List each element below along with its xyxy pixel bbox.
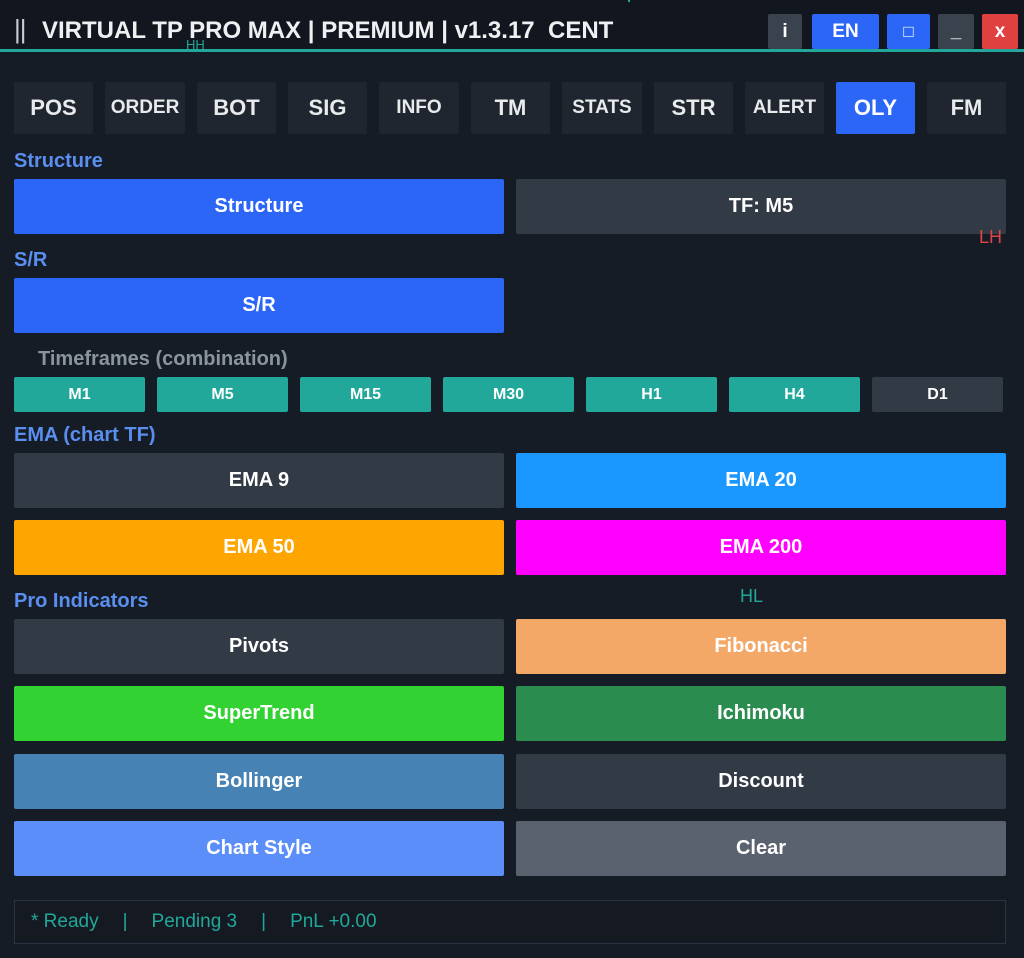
bollinger-button[interactable]: Bollinger [14, 754, 504, 809]
tab-pos[interactable]: POS [14, 82, 93, 134]
tab-alert[interactable]: ALERT [745, 82, 824, 134]
ichimoku-button[interactable]: Ichimoku [516, 686, 1006, 741]
supertrend-button[interactable]: SuperTrend [14, 686, 504, 741]
tab-sig[interactable]: SIG [288, 82, 367, 134]
sr-heading: S/R [14, 249, 48, 271]
pivots-button[interactable]: Pivots [14, 619, 504, 674]
minimize-button[interactable]: _ [938, 14, 974, 49]
restore-button[interactable]: □ [887, 14, 930, 49]
tab-info[interactable]: INFO [379, 82, 459, 134]
chart-style-button[interactable]: Chart Style [14, 821, 504, 876]
tf-m5-button[interactable]: M5 [157, 377, 288, 412]
tab-str[interactable]: STR [654, 82, 733, 134]
clear-button[interactable]: Clear [516, 821, 1006, 876]
marker-hl: HL [740, 586, 764, 606]
tab-stats[interactable]: STATS [562, 82, 642, 134]
tf-m1-button[interactable]: M1 [14, 377, 145, 412]
close-button[interactable]: x [982, 14, 1018, 49]
marker-lh: LH [979, 227, 1003, 247]
drag-grip[interactable]: || [14, 14, 26, 45]
tab-fm[interactable]: FM [927, 82, 1006, 134]
structure-toggle-button[interactable]: Structure [14, 179, 504, 234]
ema-200-button[interactable]: EMA 200 [516, 520, 1006, 575]
tab-bot[interactable]: BOT [197, 82, 276, 134]
tf-m30-button[interactable]: M30 [443, 377, 574, 412]
tab-tm[interactable]: TM [471, 82, 550, 134]
status-separator: | [122, 911, 128, 932]
structure-timeframe-button[interactable]: TF: M5 [516, 179, 1006, 234]
sr-toggle-button[interactable]: S/R [14, 278, 504, 333]
discount-button[interactable]: Discount [516, 754, 1006, 809]
info-button[interactable]: i [768, 14, 802, 49]
status-separator: | [261, 911, 267, 932]
ema-heading: EMA (chart TF) [14, 424, 156, 446]
timeframes-heading: Timeframes (combination) [38, 348, 288, 370]
status-bar: * Ready | Pending 3 | PnL +0.00 [14, 900, 1006, 944]
tab-order[interactable]: ORDER [105, 82, 185, 134]
structure-heading: Structure [14, 150, 103, 172]
status-ready: * Ready [31, 911, 99, 932]
tf-h4-button[interactable]: H4 [729, 377, 860, 412]
tf-h1-button[interactable]: H1 [586, 377, 717, 412]
ema-50-button[interactable]: EMA 50 [14, 520, 504, 575]
window-title: VIRTUAL TP PRO MAX | PREMIUM | v1.3.17 C… [42, 17, 614, 44]
tf-m15-button[interactable]: M15 [300, 377, 431, 412]
top-edge-mark [628, 0, 630, 2]
ema-9-button[interactable]: EMA 9 [14, 453, 504, 508]
language-button[interactable]: EN [812, 14, 879, 49]
status-pending: Pending 3 [151, 911, 238, 932]
marker-hh: HH [186, 37, 205, 52]
tf-d1-button[interactable]: D1 [872, 377, 1003, 412]
tab-oly[interactable]: OLY [836, 82, 915, 134]
fibonacci-button[interactable]: Fibonacci [516, 619, 1006, 674]
ema-20-button[interactable]: EMA 20 [516, 453, 1006, 508]
pro-indicators-heading: Pro Indicators [14, 590, 149, 612]
status-pnl: PnL +0.00 [290, 911, 377, 932]
